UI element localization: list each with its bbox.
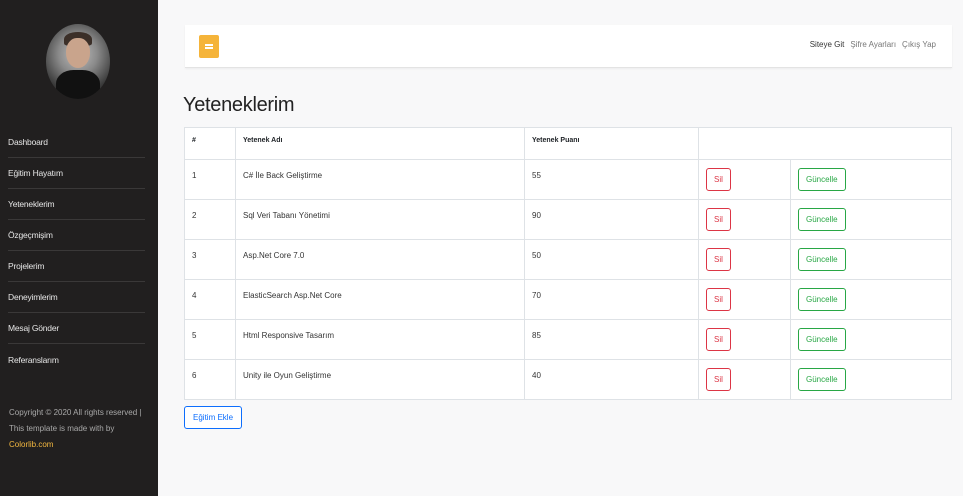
row-number: 4 bbox=[184, 279, 236, 320]
sidebar-item-education[interactable]: Eğitim Hayatım bbox=[8, 158, 145, 189]
copyright-text: Copyright © 2020 All rights reserved | T… bbox=[9, 408, 142, 433]
skill-level: 50 bbox=[524, 239, 699, 280]
table-row: 6 Unity ile Oyun Geliştirme 40 Sil Günce… bbox=[184, 359, 952, 400]
header-actions bbox=[698, 127, 952, 160]
update-button[interactable]: Güncelle bbox=[798, 368, 846, 391]
password-settings-link[interactable]: Şifre Ayarları bbox=[850, 40, 896, 49]
header-skill-level: Yetenek Puanı bbox=[524, 127, 699, 160]
sidebar-item-dashboard[interactable]: Dashboard bbox=[8, 127, 145, 158]
sidebar: Dashboard Eğitim Hayatım Yeteneklerim Öz… bbox=[0, 0, 158, 496]
sidebar-item-send-message[interactable]: Mesaj Gönder bbox=[8, 313, 145, 344]
table-row: 2 Sql Veri Tabanı Yönetimi 90 Sil Güncel… bbox=[184, 199, 952, 240]
update-button[interactable]: Güncelle bbox=[798, 168, 846, 191]
delete-button[interactable]: Sil bbox=[706, 368, 731, 391]
skill-level: 55 bbox=[524, 159, 699, 200]
sidebar-item-skills[interactable]: Yeteneklerim bbox=[8, 189, 145, 220]
skill-level: 90 bbox=[524, 199, 699, 240]
colorlib-link[interactable]: Colorlib.com bbox=[9, 440, 53, 449]
skill-level: 70 bbox=[524, 279, 699, 320]
update-button[interactable]: Güncelle bbox=[798, 328, 846, 351]
header-skill-name: Yetenek Adı bbox=[235, 127, 525, 160]
sidebar-nav: Dashboard Eğitim Hayatım Yeteneklerim Öz… bbox=[8, 127, 145, 375]
delete-button[interactable]: Sil bbox=[706, 248, 731, 271]
header-number: # bbox=[184, 127, 236, 160]
page-title: Yeteneklerim bbox=[183, 94, 295, 116]
top-nav-links: Siteye Git Şifre Ayarları Çıkış Yap bbox=[810, 40, 936, 49]
delete-button[interactable]: Sil bbox=[706, 328, 731, 351]
sidebar-item-references[interactable]: Referanslarım bbox=[8, 344, 145, 375]
delete-button[interactable]: Sil bbox=[706, 288, 731, 311]
update-button[interactable]: Güncelle bbox=[798, 248, 846, 271]
top-navbar: Siteye Git Şifre Ayarları Çıkış Yap bbox=[185, 25, 952, 68]
skill-name: Asp.Net Core 7.0 bbox=[235, 239, 525, 280]
add-education-button[interactable]: Eğitim Ekle bbox=[184, 406, 243, 429]
row-number: 6 bbox=[184, 359, 236, 400]
skills-table: # Yetenek Adı Yetenek Puanı 1 C# İle Bac… bbox=[184, 127, 952, 400]
delete-button[interactable]: Sil bbox=[706, 168, 731, 191]
row-number: 3 bbox=[184, 239, 236, 280]
table-row: 4 ElasticSearch Asp.Net Core 70 Sil Günc… bbox=[184, 279, 952, 320]
skill-name: Sql Veri Tabanı Yönetimi bbox=[235, 199, 525, 240]
table-row: 5 Html Responsive Tasarım 85 Sil Güncell… bbox=[184, 319, 952, 360]
table-row: 3 Asp.Net Core 7.0 50 Sil Güncelle bbox=[184, 239, 952, 280]
skills-table-container: # Yetenek Adı Yetenek Puanı 1 C# İle Bac… bbox=[184, 127, 952, 400]
update-button[interactable]: Güncelle bbox=[798, 208, 846, 231]
sidebar-footer: Copyright © 2020 All rights reserved | T… bbox=[9, 405, 149, 453]
row-number: 1 bbox=[184, 159, 236, 200]
sidebar-item-experiences[interactable]: Deneyimlerim bbox=[8, 282, 145, 313]
skill-name: ElasticSearch Asp.Net Core bbox=[235, 279, 525, 320]
sidebar-toggle-button[interactable] bbox=[199, 35, 219, 58]
skill-level: 40 bbox=[524, 359, 699, 400]
skill-name: Html Responsive Tasarım bbox=[235, 319, 525, 360]
table-row: 1 C# İle Back Geliştirme 55 Sil Güncelle bbox=[184, 159, 952, 200]
go-to-site-link[interactable]: Siteye Git bbox=[810, 40, 845, 49]
row-number: 5 bbox=[184, 319, 236, 360]
profile-avatar bbox=[46, 24, 110, 99]
sidebar-item-projects[interactable]: Projelerim bbox=[8, 251, 145, 282]
delete-button[interactable]: Sil bbox=[706, 208, 731, 231]
skill-name: C# İle Back Geliştirme bbox=[235, 159, 525, 200]
row-number: 2 bbox=[184, 199, 236, 240]
update-button[interactable]: Güncelle bbox=[798, 288, 846, 311]
logout-link[interactable]: Çıkış Yap bbox=[902, 40, 936, 49]
skill-level: 85 bbox=[524, 319, 699, 360]
sidebar-item-resume[interactable]: Özgeçmişim bbox=[8, 220, 145, 251]
skill-name: Unity ile Oyun Geliştirme bbox=[235, 359, 525, 400]
table-header-row: # Yetenek Adı Yetenek Puanı bbox=[184, 127, 952, 160]
